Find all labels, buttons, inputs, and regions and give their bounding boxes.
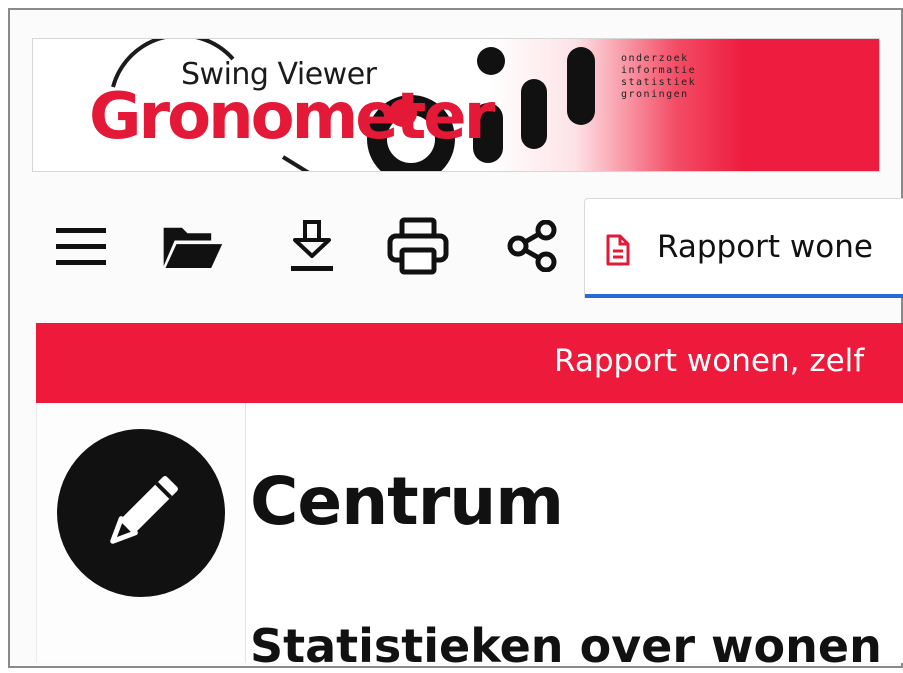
- org-tagline: onderzoek informatie statistiek groninge…: [621, 53, 696, 101]
- report-title: Rapport wonen, zelf: [554, 343, 865, 379]
- report-content: Centrum Statistieken over wonen: [36, 403, 903, 670]
- hamburger-icon: [56, 228, 106, 265]
- org-line: statistiek: [621, 77, 697, 88]
- report-title-bar: Rapport wonen, zelf: [36, 323, 903, 403]
- pencil-icon: [110, 476, 178, 544]
- share-button[interactable]: [500, 214, 564, 278]
- side-column: [37, 403, 246, 663]
- page-title: Centrum: [250, 463, 564, 540]
- org-line: informatie: [621, 65, 697, 76]
- download-icon: [291, 220, 333, 271]
- print-button[interactable]: [386, 214, 450, 278]
- download-button[interactable]: [280, 214, 344, 278]
- open-folder-button[interactable]: [160, 214, 224, 278]
- document-icon: [606, 234, 630, 266]
- folder-open-icon: [163, 227, 223, 268]
- org-line: onderzoek: [621, 53, 689, 64]
- tab-label: Rapport wone: [657, 229, 873, 265]
- header-banner: Swing Viewer Gronometer onderzoek inform…: [32, 38, 880, 172]
- page-subtitle: Statistieken over wonen: [250, 619, 882, 673]
- tab-rapport-wonen[interactable]: Rapport wone: [584, 198, 903, 298]
- org-line: groningen: [621, 89, 689, 100]
- share-icon: [507, 220, 557, 272]
- edit-button[interactable]: [57, 429, 225, 597]
- menu-button[interactable]: [48, 214, 112, 278]
- logo-wordmark: Gronometer: [89, 80, 495, 154]
- print-icon: [387, 217, 449, 275]
- active-tab-indicator: [585, 294, 903, 298]
- main-column: Centrum Statistieken over wonen: [246, 403, 903, 670]
